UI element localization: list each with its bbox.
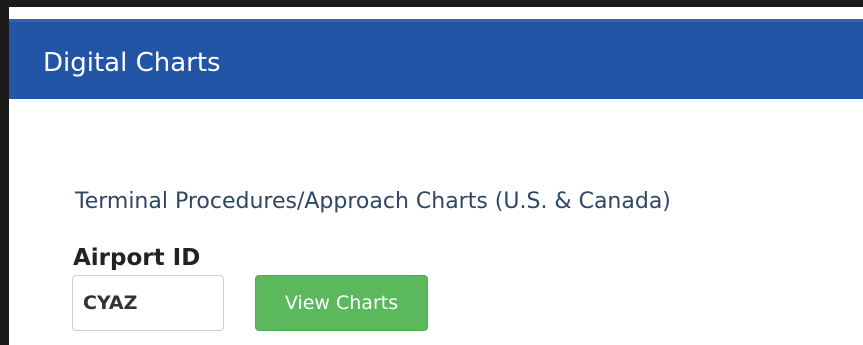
view-charts-button[interactable]: View Charts (255, 275, 428, 331)
airport-id-label: Airport ID (73, 245, 201, 271)
airport-id-input[interactable] (72, 275, 224, 331)
panel-header: Digital Charts (9, 19, 863, 99)
window-frame: Digital Charts Terminal Procedures/Appro… (0, 0, 863, 345)
section-title: Terminal Procedures/Approach Charts (U.S… (75, 189, 671, 214)
panel-title: Digital Charts (43, 48, 221, 78)
